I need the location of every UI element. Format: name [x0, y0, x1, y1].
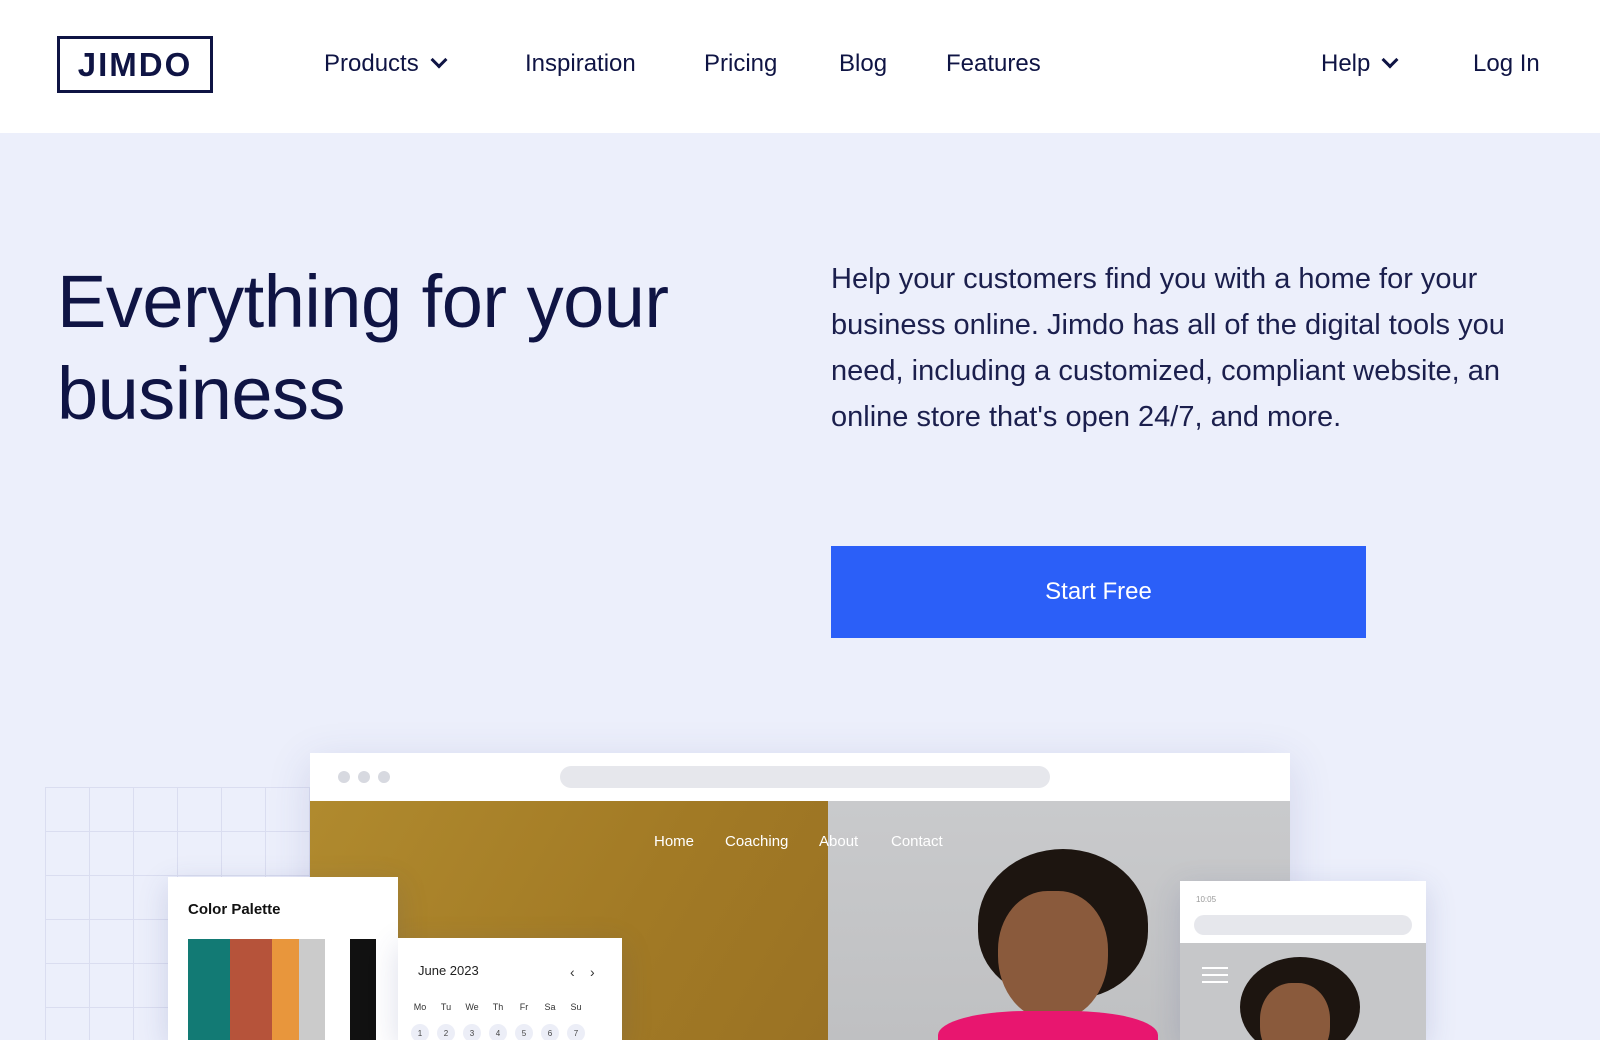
- calendar-weekday: Fr: [519, 1002, 529, 1012]
- start-free-button[interactable]: Start Free: [831, 546, 1366, 638]
- calendar-weekday: Su: [570, 1002, 582, 1012]
- nav-inspiration[interactable]: Inspiration: [525, 44, 636, 84]
- swatch-black: [350, 939, 376, 1040]
- chevron-right-icon: ›: [590, 964, 595, 980]
- chevron-left-icon: ‹: [570, 964, 575, 980]
- nav-help[interactable]: Help: [1321, 44, 1399, 84]
- hamburger-menu-icon: [1202, 967, 1228, 988]
- nav-pricing-label: Pricing: [704, 50, 778, 77]
- nav-blog[interactable]: Blog: [839, 44, 887, 84]
- site-nav-about: About: [819, 833, 859, 850]
- window-dot-icon: [378, 771, 390, 783]
- nav-products[interactable]: Products: [324, 44, 448, 84]
- hero-title: Everything for your business: [57, 260, 669, 435]
- window-dot-icon: [358, 771, 370, 783]
- nav-login-label: Log In: [1473, 50, 1540, 77]
- logo-text: JIMDO: [77, 45, 193, 83]
- mobile-site-photo: [1180, 943, 1426, 1040]
- swatch-teal: [188, 939, 230, 1040]
- swatch-grey: [299, 939, 325, 1040]
- mobile-mockup: 10:05: [1180, 881, 1426, 1040]
- hero-description: Help your customers find you with a home…: [831, 263, 1505, 433]
- calendar-month: June 2023: [418, 963, 479, 978]
- nav-pricing[interactable]: Pricing: [704, 44, 777, 84]
- chevron-down-icon: [1381, 51, 1399, 69]
- nav-features-label: Features: [946, 50, 1041, 77]
- site-header: JIMDO Products Inspiration Pricing Blog …: [0, 0, 1600, 133]
- color-palette-card: Color Palette: [168, 877, 398, 1040]
- calendar-weekday: Mo: [413, 1002, 427, 1012]
- calendar-date: 1: [411, 1024, 429, 1040]
- calendar-card: June 2023 ‹ › Mo Tu We Th Fr Sa Su 1 2 3…: [398, 938, 622, 1040]
- site-nav-home: Home: [654, 833, 695, 850]
- calendar-weekday: Th: [492, 1002, 504, 1012]
- mobile-address-bar: [1194, 915, 1412, 935]
- person-face: [998, 891, 1108, 1021]
- site-nav-coaching: Coaching: [725, 833, 789, 850]
- browser-toolbar: [310, 753, 1290, 801]
- calendar-date: 7: [567, 1024, 585, 1040]
- nav-features[interactable]: Features: [946, 44, 1041, 84]
- mobile-status-time: 10:05: [1196, 895, 1217, 904]
- chevron-down-icon: [430, 51, 448, 69]
- calendar-date: 5: [515, 1024, 533, 1040]
- calendar-weekday: We: [465, 1002, 479, 1012]
- nav-inspiration-label: Inspiration: [525, 50, 636, 77]
- nav-help-label: Help: [1321, 50, 1371, 77]
- calendar-date: 4: [489, 1024, 507, 1040]
- calendar-date: 6: [541, 1024, 559, 1040]
- nav-products-label: Products: [324, 50, 419, 77]
- site-nav-contact: Contact: [891, 833, 943, 850]
- swatch-orange: [272, 939, 299, 1040]
- nav-login[interactable]: Log In: [1473, 44, 1540, 84]
- jimdo-logo[interactable]: JIMDO: [57, 36, 213, 93]
- palette-title: Color Palette: [188, 901, 281, 918]
- person-face: [1260, 983, 1330, 1040]
- calendar-date: 3: [463, 1024, 481, 1040]
- start-free-label: Start Free: [1045, 578, 1152, 605]
- calendar-weekday: Tu: [440, 1002, 452, 1012]
- person-shirt: [938, 1011, 1158, 1040]
- calendar-weekday: Sa: [544, 1002, 556, 1012]
- calendar-date: 2: [437, 1024, 455, 1040]
- nav-blog-label: Blog: [839, 50, 888, 77]
- window-dot-icon: [338, 771, 350, 783]
- address-bar: [560, 766, 1050, 788]
- swatch-rust: [230, 939, 272, 1040]
